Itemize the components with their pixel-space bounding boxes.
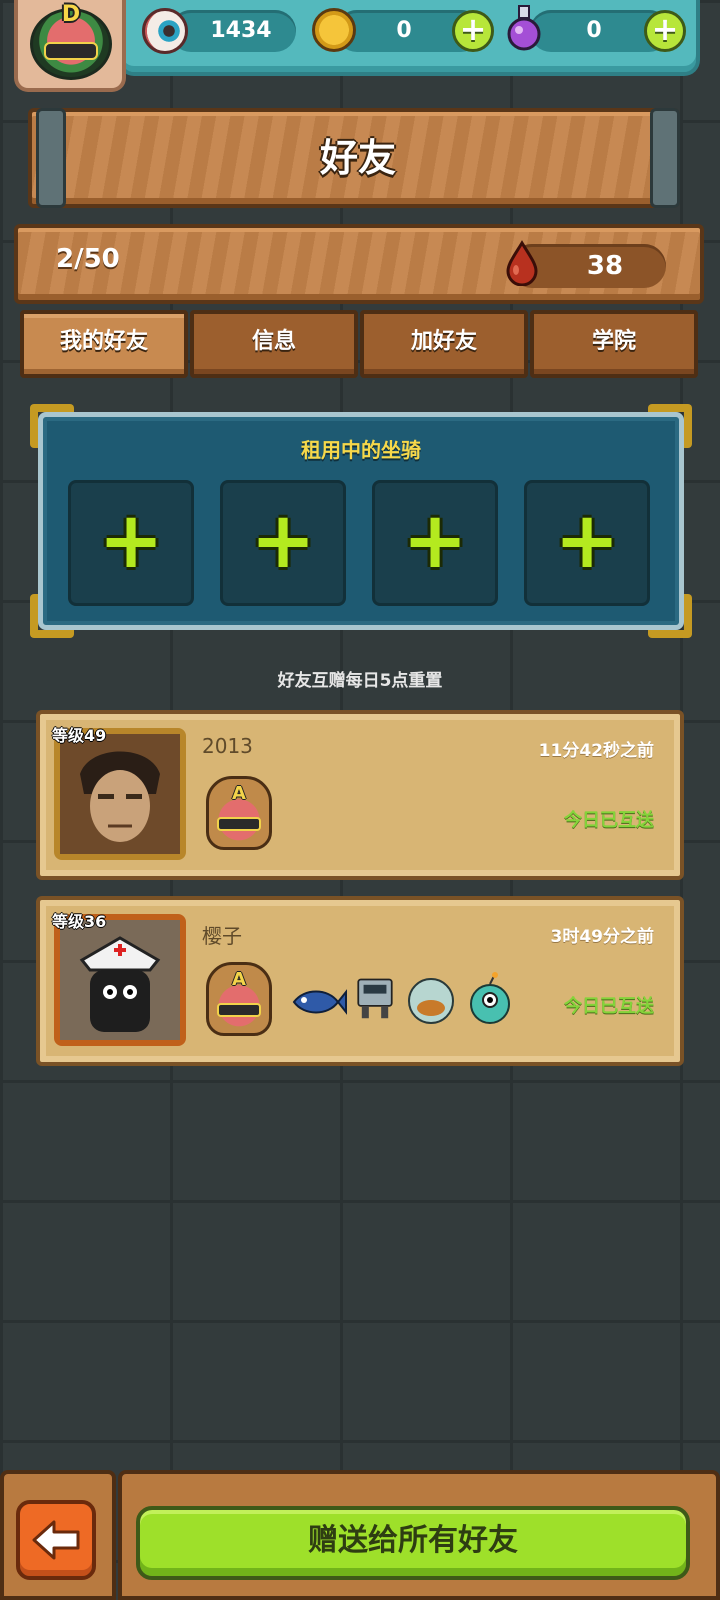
page-title: 好友 — [319, 136, 396, 180]
mount-slot[interactable]: + — [68, 480, 194, 606]
panel-corner — [648, 594, 692, 638]
friend-level: 等级49 — [52, 726, 107, 745]
friend-rank-letter: A — [232, 969, 246, 990]
coin-value: 0 — [396, 18, 412, 43]
panel-corner — [30, 594, 74, 638]
gift-reset-note: 好友互赠每日5点重置 — [277, 671, 443, 691]
left-bracket — [36, 108, 66, 208]
send-to-all-friends-button[interactable]: 赠送给所有好友 — [136, 1506, 690, 1580]
friend-count: 2/50 — [56, 244, 120, 274]
rented-mounts-title: 租用中的坐骑 — [301, 438, 421, 462]
tab-messages[interactable]: 信息 — [190, 310, 358, 378]
friend-avatar[interactable] — [54, 728, 186, 860]
mount-slot[interactable]: + — [524, 480, 650, 606]
right-bracket — [650, 108, 680, 208]
add-mount-icon: + — [98, 496, 164, 586]
potion-value: 0 — [586, 18, 602, 43]
robot-vehicle-icon — [357, 978, 393, 1019]
friend-level: 等级36 — [52, 912, 107, 931]
friend-rank-badge: A — [206, 776, 272, 850]
add-mount-icon: + — [402, 496, 468, 586]
player-rank-label: D — [61, 2, 81, 27]
eyeball-value: 1434 — [210, 18, 272, 43]
friend-rank-badge: A — [206, 962, 272, 1036]
mount-slot[interactable]: + — [220, 480, 346, 606]
mount-slot[interactable]: + — [372, 480, 498, 606]
eyeball-icon — [142, 8, 188, 54]
rank-grille-icon — [217, 817, 261, 831]
gift-status: 今日已互送 — [564, 996, 654, 1017]
zombie-face-icon — [60, 734, 180, 854]
nurse-monster-icon — [60, 920, 180, 1040]
fish-vehicle-icon — [292, 989, 347, 1015]
add-mount-icon: + — [554, 496, 620, 586]
back-button[interactable] — [16, 1500, 96, 1580]
add-potions-button[interactable]: + — [644, 10, 686, 52]
friend-avatar[interactable] — [54, 914, 186, 1046]
friend-rank-letter: A — [232, 783, 246, 804]
tab-my-friends[interactable]: 我的好友 — [20, 310, 188, 378]
friend-last-seen: 11分42秒之前 — [538, 741, 654, 761]
friend-name: 2013 — [202, 734, 253, 758]
add-mount-icon: + — [250, 496, 316, 586]
rank-grille-icon — [217, 1003, 261, 1017]
gift-status: 今日已互送 — [564, 810, 654, 831]
blood-value: 38 — [586, 251, 624, 281]
friend-last-seen: 3时49分之前 — [550, 927, 655, 947]
coin-icon — [312, 8, 356, 52]
title-board: 好友 — [28, 108, 680, 208]
avatar-grille-icon — [44, 42, 98, 60]
tab-academy[interactable]: 学院 — [530, 310, 698, 378]
friend-name: 樱子 — [202, 924, 242, 948]
tab-add-friend[interactable]: 加好友 — [360, 310, 528, 378]
blood-drop-icon — [506, 240, 538, 286]
back-arrow-icon — [32, 1520, 80, 1560]
bubble-vehicle-icon — [408, 978, 454, 1024]
add-coins-button[interactable]: + — [452, 10, 494, 52]
potion-icon — [507, 5, 541, 51]
